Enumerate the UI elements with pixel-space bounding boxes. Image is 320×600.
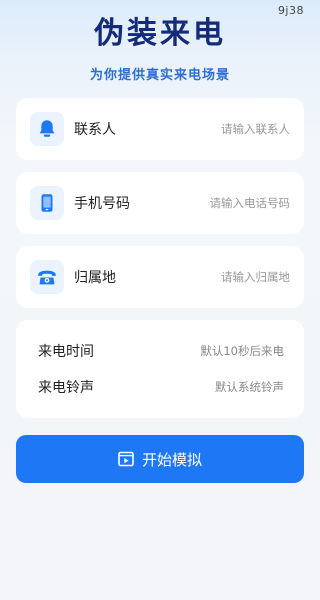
contact-input[interactable] xyxy=(160,122,290,136)
start-button-label: 开始模拟 xyxy=(141,450,202,469)
call-time-label: 来电时间 xyxy=(38,344,94,360)
ringtone-row[interactable]: 来电铃声 默认系统铃声 xyxy=(16,369,304,405)
call-time-row[interactable]: 来电时间 默认10秒后来电 xyxy=(16,333,304,369)
contact-label: 联系人 xyxy=(74,122,116,138)
ringtone-label: 来电铃声 xyxy=(38,380,94,396)
phone-device-icon xyxy=(30,186,64,220)
page-subtitle: 为你提供真实来电场景 xyxy=(89,68,230,83)
contact-card[interactable]: 联系人 xyxy=(16,98,304,160)
call-time-value: 默认10秒后来电 xyxy=(200,344,284,358)
phone-input[interactable] xyxy=(160,196,290,210)
play-icon xyxy=(118,451,134,467)
location-input[interactable] xyxy=(160,270,290,284)
bell-icon xyxy=(30,112,64,146)
location-label: 归属地 xyxy=(74,270,116,286)
phone-label: 手机号码 xyxy=(74,196,130,212)
page-title: 伪装来电 xyxy=(94,16,226,51)
phone-card[interactable]: 手机号码 xyxy=(16,172,304,234)
ringtone-value: 默认系统铃声 xyxy=(215,380,284,394)
start-simulation-button[interactable]: 开始模拟 xyxy=(16,435,304,483)
location-card[interactable]: 归属地 xyxy=(16,246,304,308)
telephone-icon xyxy=(30,260,64,294)
settings-card: 来电时间 默认10秒后来电 来电铃声 默认系统铃声 xyxy=(16,320,304,418)
